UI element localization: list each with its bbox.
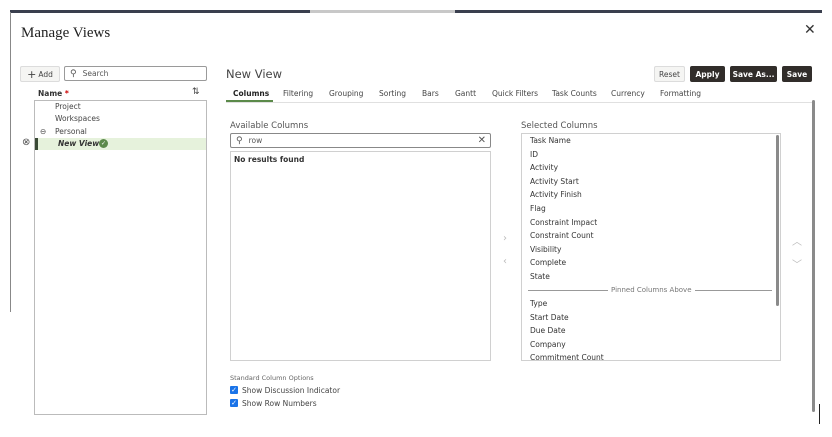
add-button[interactable]: + Add bbox=[20, 66, 60, 82]
save-as-button[interactable]: Save As... bbox=[730, 66, 777, 82]
selected-column-item[interactable]: Task Name bbox=[530, 136, 571, 145]
selected-column-item[interactable]: Activity Finish bbox=[530, 190, 582, 199]
discussion-indicator-label: Show Discussion Indicator bbox=[242, 386, 341, 395]
background-bar bbox=[310, 10, 455, 13]
move-right-icon[interactable]: › bbox=[503, 233, 507, 244]
clear-icon[interactable]: ✕ bbox=[478, 135, 486, 146]
selected-column-item[interactable]: Visibility bbox=[530, 245, 561, 254]
selected-column-item[interactable]: Constraint Count bbox=[530, 231, 594, 240]
selected-columns-list: Task Name ID Activity Activity Start Activit… bbox=[521, 133, 781, 361]
move-down-icon[interactable]: ﹀ bbox=[792, 256, 802, 271]
search-icon: ⚲ bbox=[236, 135, 243, 146]
available-columns-list: No results found bbox=[230, 151, 491, 361]
selected-column-item[interactable]: Company bbox=[530, 340, 566, 349]
search-input[interactable]: ⚲ Search bbox=[64, 66, 207, 81]
options-title: Standard Column Options bbox=[230, 374, 314, 382]
close-icon[interactable]: ✕ bbox=[804, 22, 816, 38]
available-search-input[interactable]: ⚲ row ✕ bbox=[230, 133, 491, 148]
dialog-scrollbar[interactable] bbox=[812, 100, 815, 412]
dialog-border bbox=[10, 12, 11, 312]
selected-column-item[interactable]: Due Date bbox=[530, 326, 565, 335]
selected-column-item[interactable]: State bbox=[530, 272, 550, 281]
pinned-divider-label: Pinned Columns Above bbox=[608, 286, 695, 294]
plus-icon: + bbox=[27, 67, 37, 81]
tree-item-workspaces[interactable]: Workspaces bbox=[55, 114, 100, 123]
collapse-icon[interactable]: ⊖ bbox=[40, 127, 46, 136]
save-button[interactable]: Save bbox=[782, 66, 812, 82]
cursor bbox=[819, 404, 820, 424]
available-columns-label: Available Columns bbox=[230, 121, 309, 131]
selected-columns-label: Selected Columns bbox=[521, 121, 598, 131]
row-action-icon[interactable]: ⊗ bbox=[22, 137, 30, 148]
selected-column-item[interactable]: Commitment Count bbox=[530, 353, 604, 360]
tree-item-new-view[interactable]: New View ✓ bbox=[35, 138, 206, 150]
tree-item-personal[interactable]: Personal bbox=[55, 127, 87, 136]
selected-column-item[interactable]: Start Date bbox=[530, 313, 569, 322]
apply-button[interactable]: Apply bbox=[690, 66, 725, 82]
sort-icon[interactable]: ⇅ bbox=[192, 87, 200, 97]
selected-column-item[interactable]: ID bbox=[530, 150, 538, 159]
reset-button[interactable]: Reset bbox=[654, 66, 685, 82]
selected-column-item[interactable]: Constraint Impact bbox=[530, 218, 597, 227]
selected-column-item[interactable]: Activity Start bbox=[530, 177, 579, 186]
tab-columns[interactable]: Columns bbox=[233, 89, 269, 98]
tab-grouping[interactable]: Grouping bbox=[329, 89, 363, 98]
move-up-icon[interactable]: ︿ bbox=[792, 233, 802, 248]
tab-bars[interactable]: Bars bbox=[422, 89, 439, 98]
selected-column-item[interactable]: Type bbox=[530, 299, 547, 308]
discussion-indicator-checkbox[interactable]: ✓ bbox=[230, 386, 238, 394]
views-tree: Project Workspaces ⊖ Personal New View ✓ bbox=[34, 100, 207, 415]
tree-item-project[interactable]: Project bbox=[55, 102, 81, 111]
tab-currency[interactable]: Currency bbox=[611, 89, 645, 98]
selected-column-item[interactable]: Activity bbox=[530, 163, 558, 172]
tab-sorting[interactable]: Sorting bbox=[379, 89, 406, 98]
tab-filtering[interactable]: Filtering bbox=[283, 89, 313, 98]
selected-column-item[interactable]: Complete bbox=[530, 258, 566, 267]
move-left-icon[interactable]: ‹ bbox=[503, 256, 507, 267]
check-circle-icon: ✓ bbox=[99, 139, 108, 148]
view-name-heading: New View bbox=[226, 67, 283, 81]
tab-gantt[interactable]: Gantt bbox=[455, 89, 476, 98]
row-numbers-checkbox[interactable]: ✓ bbox=[230, 399, 238, 407]
name-column-header[interactable]: Name * bbox=[38, 89, 69, 98]
list-scrollbar[interactable] bbox=[776, 135, 779, 306]
dialog-title: Manage Views bbox=[21, 25, 111, 41]
row-numbers-label: Show Row Numbers bbox=[242, 399, 317, 408]
search-icon: ⚲ bbox=[70, 68, 77, 79]
tab-formatting[interactable]: Formatting bbox=[660, 89, 701, 98]
tab-quick-filters[interactable]: Quick Filters bbox=[492, 89, 538, 98]
empty-message: No results found bbox=[234, 155, 305, 164]
active-tab-indicator bbox=[226, 100, 273, 102]
selected-column-item[interactable]: Flag bbox=[530, 204, 546, 213]
tab-divider bbox=[226, 102, 812, 103]
tab-task-counts[interactable]: Task Counts bbox=[552, 89, 597, 98]
